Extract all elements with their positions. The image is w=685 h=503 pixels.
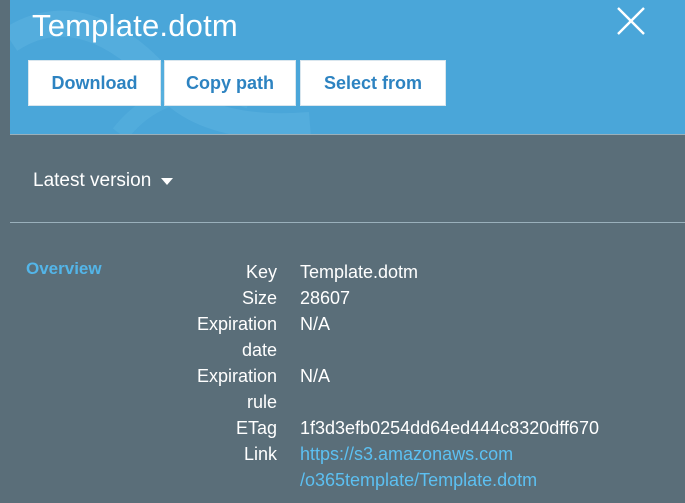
select-from-button[interactable]: Select from	[300, 60, 446, 106]
property-label: Expiration date	[167, 311, 277, 363]
version-label: Latest version	[33, 170, 152, 191]
overview-link[interactable]: Overview	[26, 259, 102, 279]
divider	[10, 134, 685, 135]
property-value: 1f3d3efb0254dd64ed444c8320dff670	[300, 418, 599, 438]
property-value: N/A	[300, 366, 331, 386]
version-dropdown[interactable]: Latest version	[33, 170, 174, 192]
property-label-line: date	[241, 340, 277, 360]
header-bar: Template.dotm Download Copy path Select …	[10, 0, 685, 134]
property-label: Size	[241, 288, 277, 308]
property-value: Template.dotm	[300, 262, 419, 282]
page-title: Template.dotm	[32, 8, 238, 43]
property-label: Link	[243, 444, 277, 464]
caret-down-icon	[161, 177, 174, 185]
object-url-link[interactable]: https://s3.amazonaws.com /o365template/T…	[300, 444, 537, 490]
property-label-line: Expiration	[196, 366, 277, 386]
link-line: https://s3.amazonaws.com	[300, 444, 514, 464]
copy-path-button[interactable]: Copy path	[164, 60, 296, 106]
download-button[interactable]: Download	[28, 60, 161, 106]
link-line: /o365template/Template.dotm	[300, 470, 538, 490]
close-icon[interactable]	[610, 2, 650, 42]
property-label: Expiration rule	[167, 363, 277, 415]
property-label-line: rule	[246, 392, 277, 412]
property-value: 28607	[300, 288, 351, 308]
property-label: ETag	[235, 418, 277, 438]
property-value: N/A	[300, 314, 331, 334]
property-value: https://s3.amazonaws.com /o365template/T…	[300, 441, 537, 493]
property-label-line: Expiration	[196, 314, 277, 334]
property-label: Key	[245, 262, 277, 282]
divider	[10, 222, 685, 223]
